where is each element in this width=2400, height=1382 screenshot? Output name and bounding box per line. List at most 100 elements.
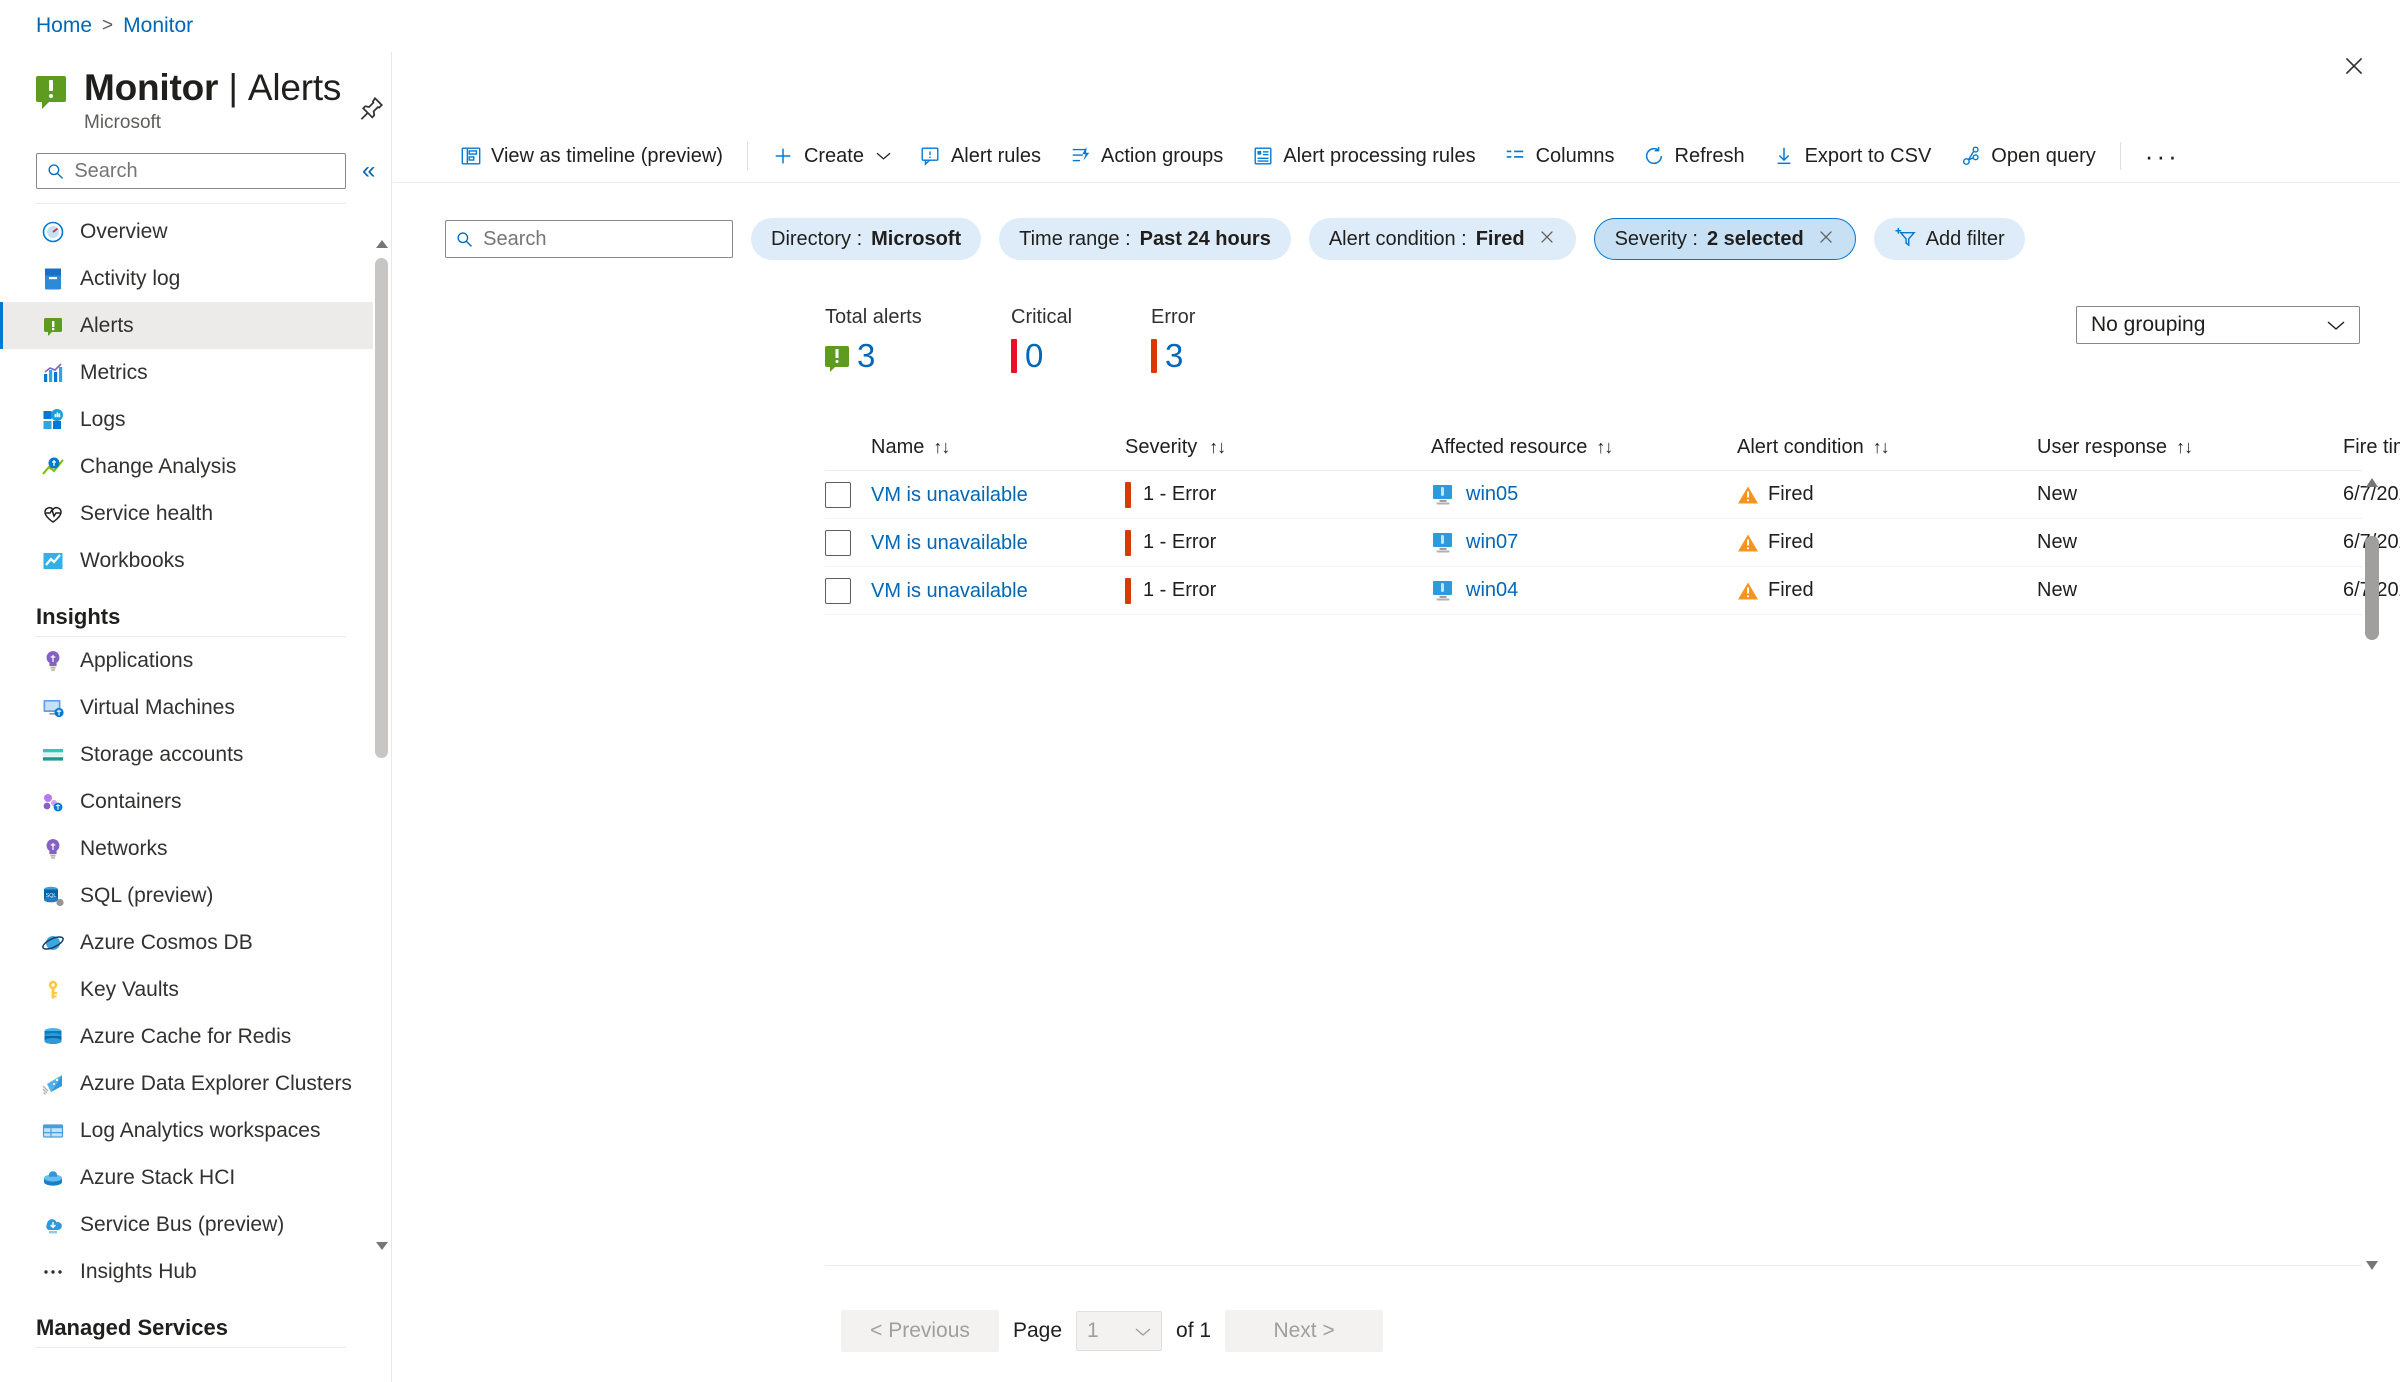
- scroll-down-icon[interactable]: [376, 1242, 388, 1250]
- alerts-search[interactable]: [445, 220, 733, 258]
- page-title-main: Monitor: [84, 67, 219, 108]
- sidebar-section-managed-services: Managed Services: [36, 1315, 228, 1340]
- column-header-user-response[interactable]: User response ↑↓: [2037, 436, 2343, 459]
- alerts-search-input[interactable]: [481, 226, 722, 252]
- close-icon[interactable]: [1817, 228, 1835, 250]
- svg-text:SQL: SQL: [46, 893, 57, 899]
- sidebar-item-label: Insights Hub: [80, 1259, 197, 1283]
- column-header-affected-resource[interactable]: Affected resource ↑↓: [1431, 436, 1737, 459]
- sidebar-item-insights-hub[interactable]: Insights Hub: [0, 1248, 391, 1295]
- next-page-button[interactable]: Next >: [1225, 1310, 1384, 1352]
- alert-name-link[interactable]: VM is unavailable: [871, 484, 1028, 506]
- sidebar-collapse-button[interactable]: «: [362, 159, 375, 183]
- summary-label: Total alerts: [825, 306, 922, 328]
- sidebar-item-label: Logs: [80, 407, 126, 431]
- filter-pill-directory[interactable]: Directory : Microsoft: [751, 218, 982, 260]
- row-checkbox[interactable]: [825, 529, 851, 556]
- sidebar-search[interactable]: [36, 153, 346, 189]
- table-scrollbar[interactable]: [2362, 478, 2382, 1270]
- sidebar-item-storage-accounts[interactable]: Storage accounts: [0, 731, 391, 778]
- toolbar-overflow-button[interactable]: ···: [2131, 142, 2194, 170]
- resource-link[interactable]: win04: [1466, 579, 1518, 602]
- row-checkbox[interactable]: [825, 577, 851, 604]
- sidebar-item-log-analytics-workspaces[interactable]: Log Analytics workspaces: [0, 1107, 391, 1154]
- toolbar-create[interactable]: Create: [758, 139, 905, 174]
- sort-icon[interactable]: ↑↓: [1873, 437, 1890, 458]
- toolbar-view-as-timeline[interactable]: View as timeline (preview): [445, 139, 737, 174]
- sidebar-item-metrics[interactable]: Metrics: [0, 349, 391, 396]
- column-header-fire-time[interactable]: Fire time ↑↓: [2343, 436, 2400, 459]
- page-number-select[interactable]: 1: [1076, 1311, 1163, 1351]
- toolbar-refresh[interactable]: Refresh: [1629, 139, 1759, 174]
- scroll-up-icon[interactable]: [376, 240, 388, 248]
- sidebar-item-alerts[interactable]: Alerts: [0, 302, 391, 349]
- row-checkbox[interactable]: [825, 481, 851, 508]
- grouping-dropdown[interactable]: No grouping: [2076, 306, 2360, 344]
- sort-icon[interactable]: ↑↓: [1209, 437, 1226, 458]
- sidebar-item-virtual-machines[interactable]: Virtual Machines: [0, 684, 391, 731]
- table-scroll-thumb[interactable]: [2365, 536, 2379, 640]
- toolbar-columns[interactable]: Columns: [1490, 139, 1629, 174]
- severity-bar-error: [1151, 339, 1157, 373]
- sidebar-item-label: Metrics: [80, 360, 148, 384]
- export-csv-icon: [1773, 145, 1796, 168]
- alert-name-link[interactable]: VM is unavailable: [871, 532, 1028, 554]
- filter-pill-severity[interactable]: Severity : 2 selected: [1593, 218, 1856, 260]
- add-filter-button[interactable]: Add filter: [1873, 218, 2025, 260]
- alert-name-link[interactable]: VM is unavailable: [871, 580, 1028, 602]
- table-row[interactable]: VM is unavailable 1 - Error win07 Fired …: [825, 519, 2400, 567]
- search-icon: [48, 163, 64, 179]
- virtual-machine-icon: [1431, 579, 1457, 603]
- resource-link[interactable]: win05: [1466, 483, 1518, 506]
- sidebar-scroll-thumb[interactable]: [375, 258, 388, 758]
- sidebar-item-azure-stack-hci[interactable]: Azure Stack HCI: [0, 1154, 391, 1201]
- sidebar-item-azure-cache-for-redis[interactable]: Azure Cache for Redis: [0, 1013, 391, 1060]
- scroll-down-icon[interactable]: [2366, 1261, 2378, 1270]
- sidebar-search-input[interactable]: [72, 158, 335, 184]
- sidebar-item-azure-data-explorer-clusters[interactable]: Azure Data Explorer Clusters: [0, 1060, 391, 1107]
- sidebar-item-containers[interactable]: Containers: [0, 778, 391, 825]
- breadcrumb-home[interactable]: Home: [36, 13, 92, 39]
- sort-icon[interactable]: ↑↓: [933, 437, 950, 458]
- toolbar-action-groups[interactable]: Action groups: [1055, 139, 1237, 174]
- sidebar-item-service-health[interactable]: Service health: [0, 490, 391, 537]
- previous-page-button[interactable]: < Previous: [841, 1310, 999, 1352]
- sidebar-item-activity-log[interactable]: Activity log: [0, 255, 391, 302]
- close-icon[interactable]: [2336, 48, 2372, 84]
- toolbar-open-query[interactable]: Open query: [1945, 139, 2110, 174]
- sidebar-item-key-vaults[interactable]: Key Vaults: [0, 966, 391, 1013]
- table-row[interactable]: VM is unavailable 1 - Error win05 Fired …: [825, 471, 2400, 519]
- resource-link[interactable]: win07: [1466, 531, 1518, 554]
- toolbar-alert-rules[interactable]: Alert rules: [905, 139, 1055, 174]
- sidebar-item-applications[interactable]: Applications: [0, 637, 391, 684]
- summary-label: Error: [1151, 306, 1196, 328]
- sidebar-item-overview[interactable]: Overview: [0, 208, 391, 255]
- total-pages-label: of 1: [1176, 1319, 1212, 1342]
- toolbar-alert-processing-rules[interactable]: Alert processing rules: [1237, 139, 1489, 174]
- filter-pill-alert-condition[interactable]: Alert condition : Fired: [1308, 218, 1576, 260]
- pin-icon[interactable]: [356, 94, 386, 124]
- column-header-severity[interactable]: Severity ↑↓: [1125, 436, 1431, 459]
- breadcrumb-monitor[interactable]: Monitor: [123, 13, 193, 39]
- toolbar-export-to-csv[interactable]: Export to CSV: [1759, 139, 1946, 174]
- close-icon[interactable]: [1538, 228, 1556, 250]
- sidebar-scrollbar[interactable]: [373, 196, 391, 1382]
- table-row[interactable]: VM is unavailable 1 - Error win04 Fired …: [825, 567, 2400, 615]
- sort-icon[interactable]: ↑↓: [1596, 437, 1613, 458]
- sidebar-item-workbooks[interactable]: Workbooks: [0, 537, 391, 584]
- sidebar-item-service-bus[interactable]: Service Bus (preview): [0, 1201, 391, 1248]
- sidebar-item-logs[interactable]: Logs: [0, 396, 391, 443]
- sort-icon[interactable]: ↑↓: [2176, 437, 2193, 458]
- sidebar-item-networks[interactable]: Networks: [0, 825, 391, 872]
- filter-pill-time-range[interactable]: Time range : Past 24 hours: [999, 218, 1291, 260]
- summary-label: Critical: [1011, 306, 1073, 328]
- user-response-value: New: [2037, 579, 2078, 601]
- toolbar-item-label: Open query: [1991, 144, 2096, 167]
- search-icon: [457, 231, 472, 247]
- sidebar-item-azure-cosmos-db[interactable]: Azure Cosmos DB: [0, 919, 391, 966]
- sidebar-item-change-analysis[interactable]: Change Analysis: [0, 443, 391, 490]
- scroll-up-icon[interactable]: [2366, 478, 2378, 487]
- column-header-name[interactable]: Name ↑↓: [871, 436, 1125, 459]
- column-header-alert-condition[interactable]: Alert condition ↑↓: [1737, 436, 2037, 459]
- sidebar-item-sql[interactable]: SQL SQL (preview): [0, 872, 391, 919]
